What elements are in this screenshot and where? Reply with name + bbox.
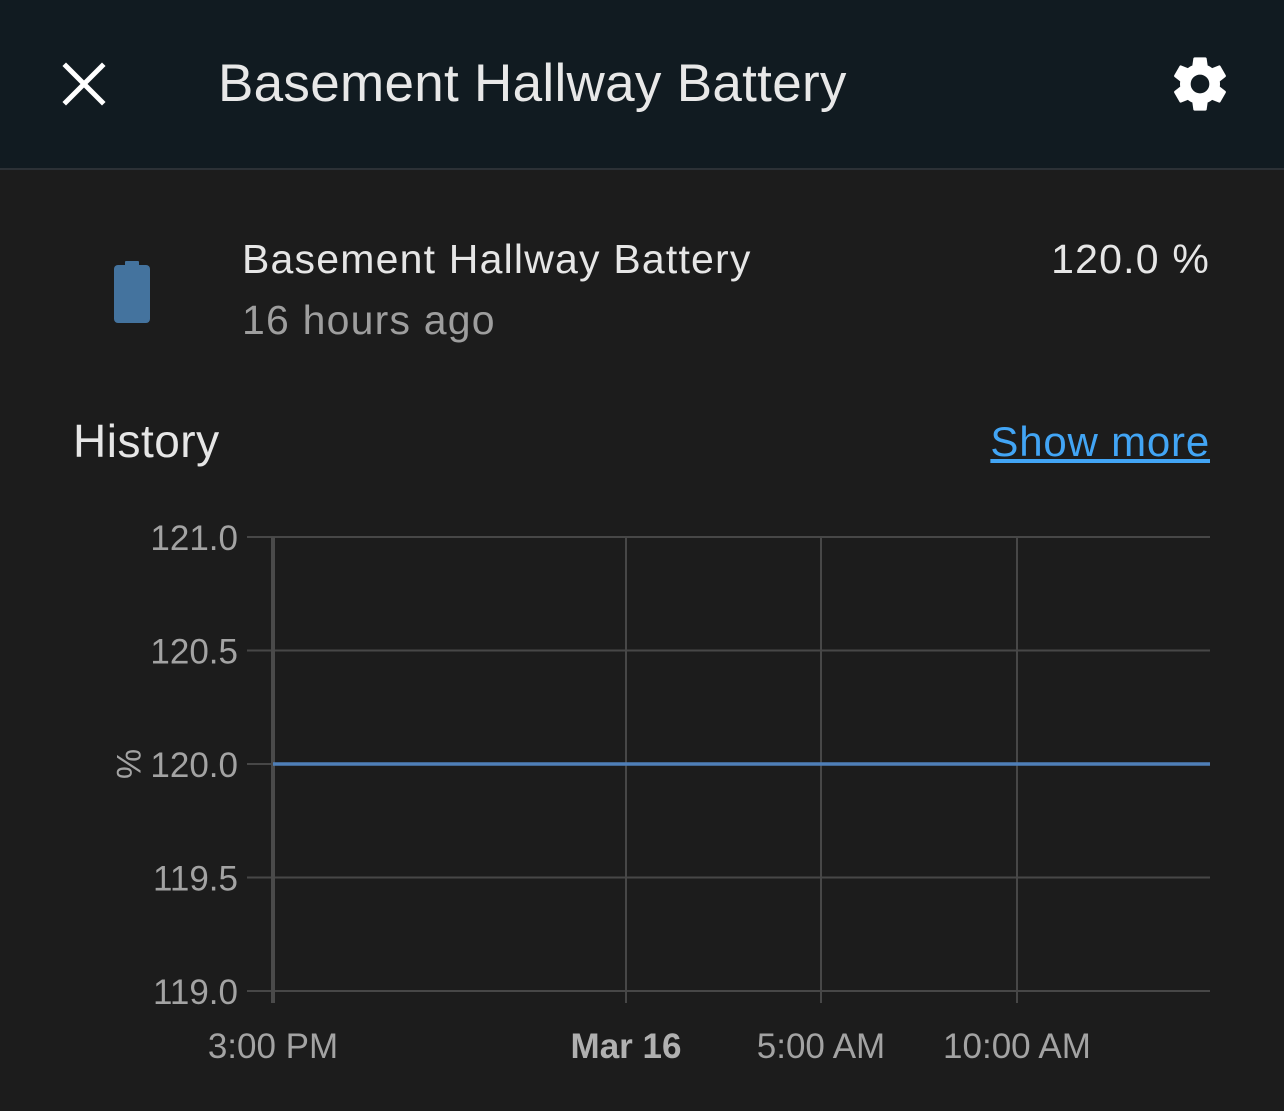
y-axis-label: % [109, 749, 147, 779]
entity-name: Basement Hallway Battery [242, 236, 752, 282]
close-icon [62, 62, 106, 106]
x-tick-label: 10:00 AM [943, 1027, 1091, 1066]
x-tick-label: 5:00 AM [757, 1027, 885, 1066]
y-tick-label: 121.0 [150, 519, 238, 558]
history-heading: History [73, 415, 220, 467]
show-more-link[interactable]: Show more [990, 414, 1210, 470]
history-chart: 121.0 120.5 120.0 119.5 119.0 3:00 PM Mar 16 5:… [109, 519, 1210, 1066]
dialog-header: Basement Hallway Battery [0, 0, 1284, 170]
y-tick-label: 119.5 [153, 860, 238, 899]
x-tick-label: Mar 16 [571, 1027, 682, 1066]
entity-state-value: 120.0 % [1051, 236, 1210, 282]
y-tick-label: 119.0 [153, 973, 238, 1012]
y-tick-label: 120.5 [150, 633, 238, 672]
gear-icon [1174, 57, 1226, 111]
entity-last-changed: 16 hours ago [242, 297, 496, 343]
y-tick-label: 120.0 [150, 746, 238, 785]
close-button[interactable] [44, 44, 124, 124]
dialog-title: Basement Hallway Battery [218, 54, 847, 113]
battery-icon [114, 261, 150, 323]
settings-button[interactable] [1160, 44, 1240, 124]
x-tick-label: 3:00 PM [208, 1027, 338, 1066]
